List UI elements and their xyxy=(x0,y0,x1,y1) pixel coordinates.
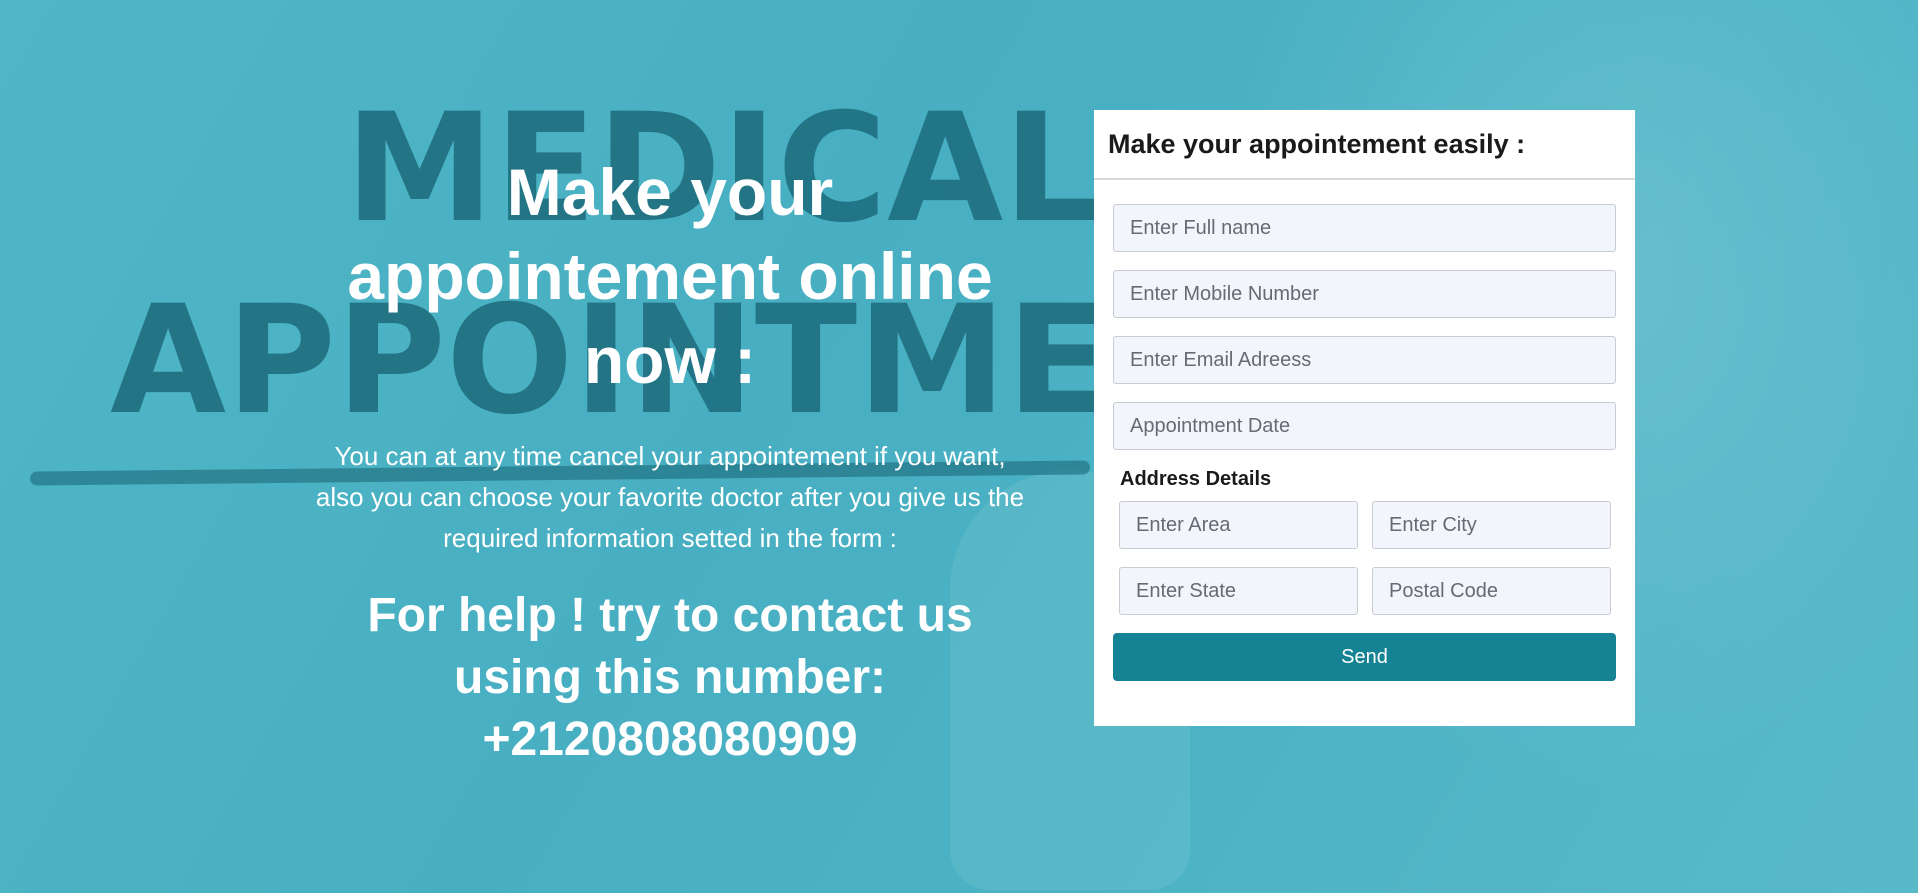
help-contact-text: For help ! try to contact us using this … xyxy=(367,589,973,766)
area-input[interactable] xyxy=(1119,501,1358,549)
address-row-1 xyxy=(1113,501,1616,567)
postal-code-input[interactable] xyxy=(1372,567,1611,615)
hero-section: Make your appointement online now : You … xyxy=(310,150,1030,771)
hero-title: Make your appointement online now : xyxy=(347,155,993,397)
form-title: Make your appointement easily : xyxy=(1108,128,1526,159)
hero-description: You can at any time cancel your appointe… xyxy=(315,441,1025,553)
send-button[interactable]: Send xyxy=(1113,633,1616,681)
city-input[interactable] xyxy=(1372,501,1611,549)
mobile-number-input[interactable] xyxy=(1113,270,1616,318)
address-details-label: Address Details xyxy=(1120,468,1272,490)
email-input[interactable] xyxy=(1113,336,1616,384)
address-row-2 xyxy=(1113,567,1616,633)
appointment-date-input[interactable] xyxy=(1113,402,1616,450)
appointment-form-card: Make your appointement easily : Address … xyxy=(1094,110,1635,726)
form-header: Make your appointement easily : xyxy=(1094,110,1635,180)
full-name-input[interactable] xyxy=(1113,204,1616,252)
state-input[interactable] xyxy=(1119,567,1358,615)
form-body: Address Details Send xyxy=(1094,180,1635,681)
